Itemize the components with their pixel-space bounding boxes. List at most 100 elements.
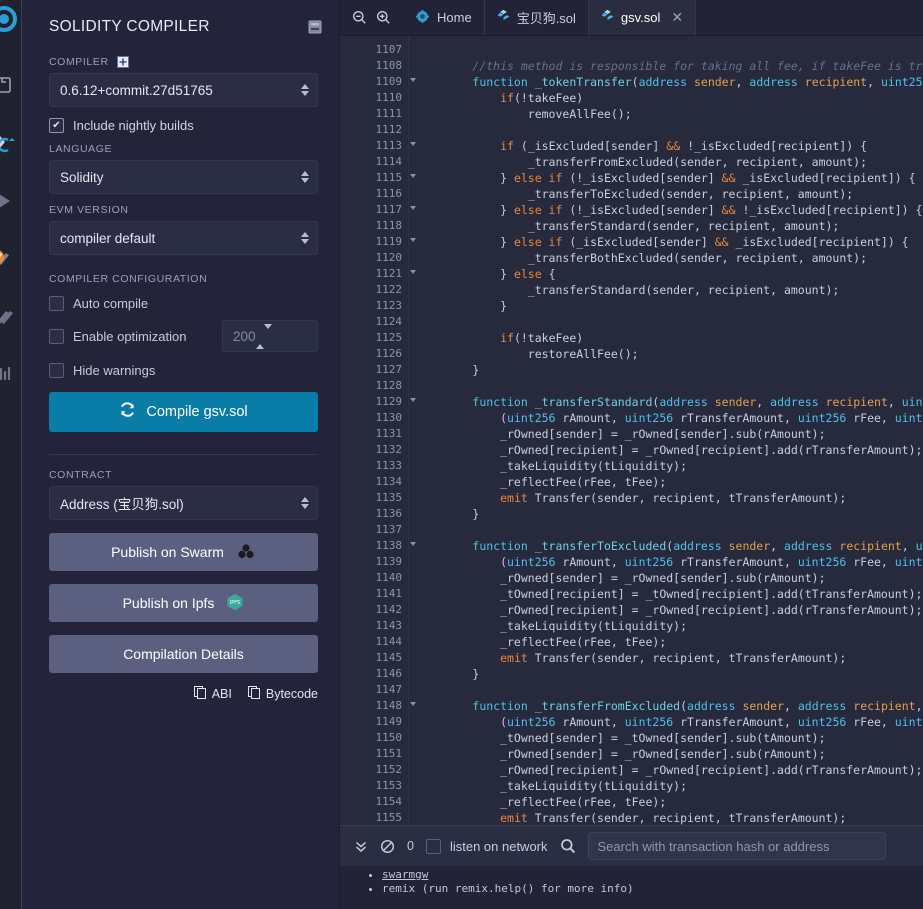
remix-logo-icon[interactable]	[0, 2, 21, 36]
auto-compile-label: Auto compile	[73, 296, 149, 311]
add-custom-compiler-icon[interactable]	[116, 56, 129, 68]
contract-value: Address (宝贝狗.sol)	[60, 497, 184, 512]
zoom-out-icon[interactable]	[352, 10, 367, 25]
line-number: 1135	[375, 491, 403, 504]
settings-icon[interactable]	[0, 356, 21, 390]
clear-console-icon[interactable]	[380, 839, 395, 854]
line-number: 1155	[375, 811, 403, 824]
hide-warnings-row[interactable]: Hide warnings	[49, 363, 318, 378]
enable-optimization-checkbox[interactable]	[49, 328, 64, 344]
line-number: 1113	[340, 138, 416, 154]
language-select[interactable]: Solidity	[49, 160, 318, 194]
code-line: restoreAllFee();	[417, 347, 639, 361]
copy-abi-label: ABI	[211, 687, 232, 701]
tab-gsv-sol-label: gsv.sol	[620, 10, 661, 25]
svg-text:IPFS: IPFS	[230, 600, 240, 606]
line-number: 1151	[375, 747, 403, 760]
line-number: 1134	[375, 475, 403, 488]
documentation-icon[interactable]	[307, 19, 323, 35]
evm-version-select[interactable]: compiler default	[49, 221, 318, 255]
terminal-log-count: 0	[407, 839, 414, 853]
home-icon	[415, 9, 430, 27]
debugger-icon[interactable]: 37	[0, 240, 21, 274]
publish-on-swarm-button[interactable]: Publish on Swarm	[49, 533, 318, 571]
plugin-manager-icon[interactable]	[0, 300, 21, 334]
publish-on-ipfs-button[interactable]: Publish on Ipfs IPFS	[49, 584, 318, 622]
compiler-configuration-label: COMPILER CONFIGURATION	[49, 273, 208, 285]
optimization-runs-input[interactable]: 200	[222, 320, 318, 352]
chevron-updown-icon	[255, 323, 272, 349]
line-number: 1118	[375, 219, 403, 232]
chevron-updown-icon	[301, 232, 309, 244]
line-number: 1149	[375, 715, 403, 728]
list-item: swarmgw	[382, 868, 923, 882]
line-number: 1150	[375, 731, 403, 744]
refresh-icon	[119, 401, 136, 423]
ipfs-icon: IPFS	[226, 593, 244, 614]
compile-button[interactable]: Compile gsv.sol	[49, 392, 318, 432]
close-icon[interactable]: ✕	[671, 9, 683, 26]
compilation-details-button[interactable]: Compilation Details	[49, 635, 318, 673]
line-number: 1110	[375, 91, 403, 104]
swarmgw-link[interactable]: swarmgw	[382, 868, 428, 881]
line-number: 1139	[375, 555, 403, 568]
search-icon[interactable]	[560, 838, 576, 854]
include-nightly-row[interactable]: Include nightly builds	[49, 118, 318, 133]
terminal-toolbar: 0 listen on network	[340, 826, 923, 866]
line-number: 1140	[375, 571, 403, 584]
line-number: 1131	[375, 427, 403, 440]
auto-compile-row[interactable]: Auto compile	[49, 296, 318, 311]
line-number: 1111	[375, 107, 403, 120]
enable-optimization-left: Enable optimization	[49, 328, 186, 344]
include-nightly-checkbox[interactable]	[49, 118, 64, 133]
file-explorer-icon[interactable]	[0, 68, 21, 102]
evm-version-value: compiler default	[60, 230, 156, 246]
line-number: 1121	[340, 266, 416, 282]
line-number: 1130	[375, 411, 403, 424]
listen-on-network-checkbox[interactable]	[425, 838, 441, 854]
line-number: 1115	[340, 170, 416, 186]
hide-warnings-checkbox[interactable]	[49, 363, 64, 378]
tab-gsv-sol[interactable]: gsv.sol ✕	[588, 0, 697, 35]
code-line: }	[417, 363, 480, 377]
code-editor[interactable]: 1107 1108 1109 1110 1111 1112 1113 1114 1115 1116…	[340, 36, 923, 825]
code-line: (uint256 rAmount, uint256 rTransferAmoun…	[417, 555, 923, 569]
include-nightly-label: Include nightly builds	[73, 118, 194, 133]
listen-on-network-row[interactable]: listen on network	[425, 838, 548, 854]
solidity-compiler-icon[interactable]	[0, 128, 21, 162]
transaction-search-input[interactable]	[587, 832, 886, 860]
code-line: _transferToExcluded(sender, recipient, a…	[417, 187, 854, 201]
code-line: function _transferStandard(address sende…	[472, 395, 923, 409]
line-number: 1142	[375, 603, 403, 616]
solidity-file-icon	[601, 9, 614, 26]
auto-compile-checkbox[interactable]	[49, 296, 64, 311]
compiler-version-select[interactable]: 0.6.12+commit.27d51765	[49, 73, 318, 107]
tab-baobeigou-sol[interactable]: 宝贝狗.sol	[485, 0, 589, 35]
compiler-label: COMPILER	[49, 56, 109, 68]
solidity-compiler-panel: SOLIDITY COMPILER COMPILER 0.6.12+commit…	[22, 0, 340, 909]
tab-home[interactable]: Home	[403, 0, 485, 35]
left-icon-rail: 37	[0, 0, 22, 909]
line-number: 1129	[340, 394, 416, 410]
code-line: function _transferFromExcluded(address s…	[472, 699, 923, 713]
deploy-run-icon[interactable]	[0, 184, 21, 218]
code-line: _takeLiquidity(tLiquidity);	[417, 459, 688, 473]
copy-bytecode-button[interactable]: Bytecode	[247, 686, 318, 702]
code-line: _rOwned[recipient] = _rOwned[recipient].…	[417, 763, 923, 777]
code-line: emit Transfer(sender, recipient, tTransf…	[500, 491, 847, 505]
enable-optimization-row: Enable optimization 200	[49, 320, 318, 352]
language-value: Solidity	[60, 169, 104, 185]
code-line: _transferStandard(sender, recipient, amo…	[417, 219, 840, 233]
code-content[interactable]: //this method is responsible for taking …	[408, 36, 923, 825]
line-number: 1123	[375, 299, 403, 312]
zoom-in-icon[interactable]	[376, 10, 391, 25]
chevrons-down-icon[interactable]	[354, 839, 368, 853]
line-number: 1109	[340, 74, 416, 90]
panel-title: SOLIDITY COMPILER	[49, 18, 210, 35]
line-number: 1114	[375, 155, 403, 168]
contract-select[interactable]: Address (宝贝狗.sol)	[49, 486, 318, 520]
code-line: function _tokenTransfer(address sender, …	[472, 75, 923, 89]
copy-abi-button[interactable]: ABI	[193, 686, 232, 702]
publish-on-swarm-label: Publish on Swarm	[111, 544, 224, 560]
